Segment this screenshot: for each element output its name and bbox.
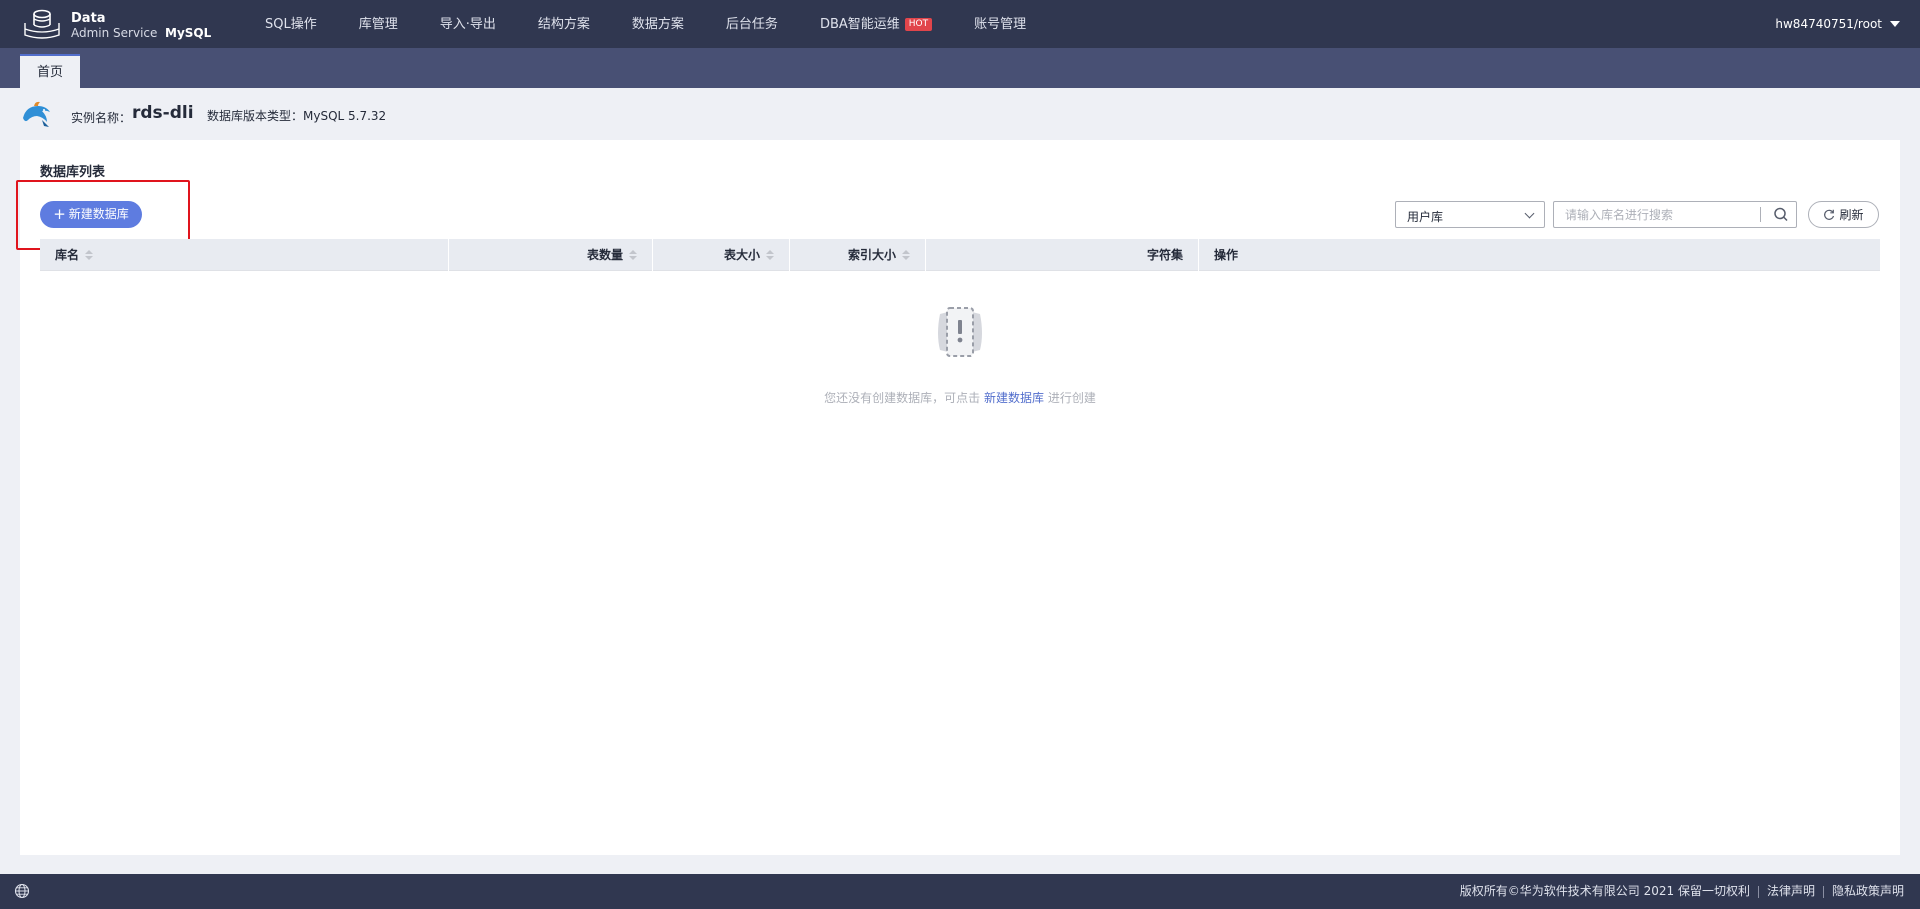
footer-divider xyxy=(1757,885,1759,898)
card-title: 数据库列表 xyxy=(40,165,106,180)
col-label: 表数量 xyxy=(586,248,623,262)
user-menu[interactable]: hw84740751/root xyxy=(1775,0,1900,48)
nav-label: 导入·导出 xyxy=(439,16,496,32)
col-table-count: 表数量 xyxy=(448,239,652,271)
nav-account-management[interactable]: 账号管理 xyxy=(974,0,1026,48)
empty-state-message: 您还没有创建数据库，可点击 新建数据库 进行创建 xyxy=(20,389,1900,406)
nav-data-plan[interactable]: 数据方案 xyxy=(632,0,684,48)
refresh-label: 刷新 xyxy=(1839,208,1864,222)
table-header: 库名 表数量 表大小 索引大小 字符集 操作 xyxy=(40,239,1880,271)
instance-label: 实例名称： xyxy=(71,111,132,125)
nav-dba-ops[interactable]: DBA智能运维 HOT xyxy=(819,0,933,48)
col-charset: 字符集 xyxy=(925,239,1198,271)
footer: 版权所有©华为软件技术有限公司 2021 保留一切权利 法律声明 隐私政策声明 xyxy=(0,874,1920,909)
col-table-size: 表大小 xyxy=(652,239,789,271)
db-search-box xyxy=(1553,201,1797,228)
main-nav: SQL操作 库管理 导入·导出 结构方案 数据方案 后台任务 DBA智能运维 HO… xyxy=(265,0,1068,48)
refresh-button[interactable]: 刷新 xyxy=(1808,201,1879,228)
col-actions: 操作 xyxy=(1198,239,1880,271)
col-label: 索引大小 xyxy=(847,248,896,262)
new-database-button[interactable]: + 新建数据库 xyxy=(40,201,142,228)
db-search-input[interactable] xyxy=(1554,202,1759,227)
dolphin-icon xyxy=(23,101,50,127)
nav-label: DBA智能运维 xyxy=(819,16,900,32)
db-scope-select[interactable]: 用户库 xyxy=(1395,201,1545,228)
nav-label: 后台任务 xyxy=(725,16,778,32)
hot-badge: HOT xyxy=(904,17,933,31)
db-engine-label: MySQL xyxy=(165,26,212,40)
nav-import-export[interactable]: 导入·导出 xyxy=(440,0,496,48)
caret-down-icon xyxy=(1890,21,1900,27)
footer-divider xyxy=(1822,885,1824,898)
nav-label: 结构方案 xyxy=(537,16,590,32)
copyright-text: 版权所有©华为软件技术有限公司 2021 保留一切权利 xyxy=(1459,884,1750,898)
col-index-size: 索引大小 xyxy=(789,239,925,271)
sort-icon[interactable] xyxy=(766,250,774,260)
new-database-label: 新建数据库 xyxy=(68,207,129,221)
sort-icon[interactable] xyxy=(629,250,637,260)
empty-state-icon xyxy=(938,307,982,357)
database-logo-icon[interactable] xyxy=(22,9,62,41)
nav-label: SQL操作 xyxy=(265,16,317,32)
empty-text-before: 您还没有创建数据库，可点击 xyxy=(824,391,984,405)
tab-home[interactable]: 首页 xyxy=(20,54,80,88)
col-label: 表大小 xyxy=(723,248,760,262)
db-version: 数据库版本类型：MySQL 5.7.32 xyxy=(207,109,387,123)
scope-select-value: 用户库 xyxy=(1407,210,1444,224)
nav-background-tasks[interactable]: 后台任务 xyxy=(726,0,778,48)
legal-notice-link[interactable]: 法律声明 xyxy=(1767,874,1815,909)
sort-icon[interactable] xyxy=(85,250,94,260)
plus-icon: + xyxy=(53,205,66,223)
instance-info: 实例名称： rds-dli 数据库版本类型：MySQL 5.7.32 xyxy=(20,98,920,132)
footer-links: 版权所有©华为软件技术有限公司 2021 保留一切权利 法律声明 隐私政策声明 xyxy=(1460,874,1904,909)
instance-name: rds-dli xyxy=(132,103,194,123)
privacy-policy-link[interactable]: 隐私政策声明 xyxy=(1832,874,1904,909)
col-label: 操作 xyxy=(1214,248,1239,262)
brand-title: Data xyxy=(71,11,106,26)
db-list-card: 数据库列表 + 新建数据库 用户库 刷新 库名 xyxy=(16,140,1900,855)
chevron-down-icon xyxy=(1524,208,1535,219)
sort-icon[interactable] xyxy=(902,250,910,260)
search-divider xyxy=(1760,207,1761,222)
col-label: 字符集 xyxy=(1146,248,1183,262)
col-db-name: 库名 xyxy=(40,239,448,271)
col-label: 库名 xyxy=(55,248,80,262)
top-nav-bar: Data Admin Service MySQL SQL操作 库管理 导入·导出… xyxy=(0,0,1920,48)
search-icon[interactable] xyxy=(1765,202,1797,227)
nav-sql-ops[interactable]: SQL操作 xyxy=(265,0,317,48)
globe-icon[interactable] xyxy=(14,883,30,899)
user-name: hw84740751/root xyxy=(1775,16,1882,31)
nav-label: 数据方案 xyxy=(631,16,684,32)
nav-schema-plan[interactable]: 结构方案 xyxy=(538,0,590,48)
nav-db-management[interactable]: 库管理 xyxy=(359,0,398,48)
empty-new-database-link[interactable]: 新建数据库 xyxy=(984,391,1044,405)
refresh-icon xyxy=(1824,209,1835,220)
tab-strip: 首页 xyxy=(0,48,1920,88)
nav-label: 库管理 xyxy=(358,16,398,32)
nav-label: 账号管理 xyxy=(974,16,1027,32)
brand-subtitle: Admin Service xyxy=(71,26,158,40)
empty-text-after: 进行创建 xyxy=(1044,391,1096,405)
